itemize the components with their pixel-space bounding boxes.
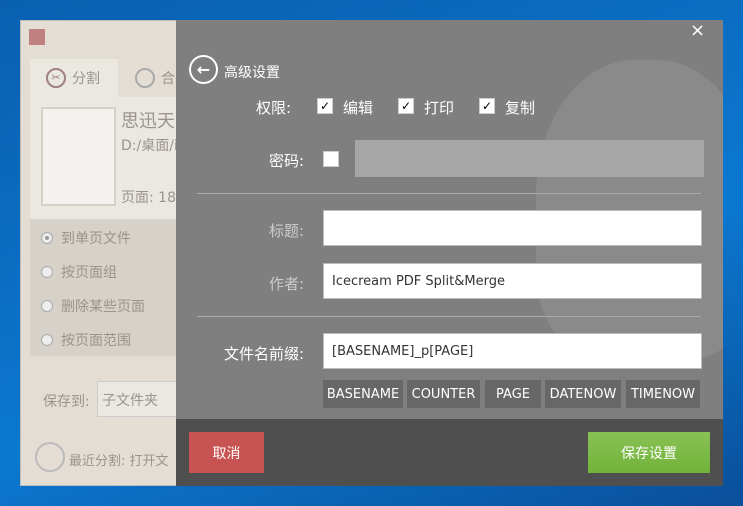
radio-icon [41,300,53,312]
save-to-select[interactable]: 子文件夹 [97,381,177,417]
password-label: 密码: [269,152,305,170]
folder-icon[interactable] [35,442,65,472]
tag-page-button[interactable]: PAGE [485,380,541,408]
edit-label: 编辑 [343,99,374,117]
cancel-button[interactable]: 取消 [189,432,264,473]
title-input[interactable] [323,210,702,246]
tab-split-label: 分割 [72,71,100,87]
radio-delete-pages[interactable]: 删除某些页面 [41,295,145,317]
tag-datenow-button[interactable]: DATENOW [545,380,621,408]
file-title: 思迅天 [121,111,175,132]
print-label: 打印 [424,99,455,117]
tag-basename-button[interactable]: BASENAME [323,380,403,408]
dialog-title: 高级设置 [224,65,280,81]
back-arrow-icon[interactable]: ← [189,55,218,84]
divider [197,193,701,194]
radio-icon [41,334,53,346]
radio-single-page[interactable]: 到单页文件 [41,227,145,249]
split-option-list: 到单页文件 按页面组 删除某些页面 按页面范围 [41,227,145,351]
radio-label: 到单页文件 [61,231,131,247]
scissors-icon: ✂ [46,68,66,88]
page-count: 页面: 18 [121,190,176,206]
save-settings-button[interactable]: 保存设置 [588,432,710,473]
password-checkbox[interactable] [323,151,339,167]
prefix-label: 文件名前缀: [224,345,305,363]
recent-split-link[interactable]: 最近分割: 打开文 [69,450,169,469]
tag-counter-button[interactable]: COUNTER [407,380,480,408]
file-path: D:/桌面/i [121,138,178,154]
radio-label: 按页面范围 [61,333,131,349]
advanced-settings-dialog: × ← 高级设置 权限: ✓ 编辑 ✓ 打印 ✓ 复制 密码: 标题: 作者: … [176,20,723,486]
print-checkbox[interactable]: ✓ [398,98,414,114]
title-label: 标题: [269,222,305,240]
radio-page-group[interactable]: 按页面组 [41,261,145,283]
merge-icon [135,68,155,88]
radio-label: 删除某些页面 [61,299,145,315]
permissions-label: 权限: [256,99,292,117]
radio-page-range[interactable]: 按页面范围 [41,329,145,351]
divider [197,316,701,317]
radio-selected-icon [41,232,53,244]
tag-timenow-button[interactable]: TIMENOW [626,380,700,408]
password-input[interactable] [355,140,704,177]
edit-checkbox[interactable]: ✓ [317,98,333,114]
copy-checkbox[interactable]: ✓ [479,98,495,114]
author-label: 作者: [269,275,305,293]
pdf-thumbnail[interactable] [41,107,116,206]
author-input[interactable]: Icecream PDF Split&Merge [323,263,702,299]
copy-label: 复制 [505,99,536,117]
app-logo-icon [29,29,45,45]
tab-split[interactable]: ✂ 分割 [30,59,118,97]
prefix-input[interactable]: [BASENAME]_p[PAGE] [323,333,702,369]
radio-icon [41,266,53,278]
close-button[interactable]: × [690,20,705,41]
radio-label: 按页面组 [61,265,117,281]
save-to-label: 保存到: [43,394,90,410]
